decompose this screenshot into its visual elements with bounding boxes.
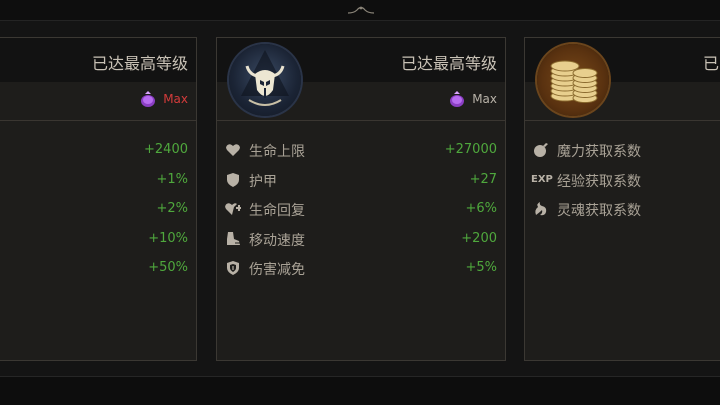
divider — [0, 120, 196, 121]
level-indicator: Max — [448, 90, 497, 108]
stat-label: 伤害减免 — [249, 262, 305, 278]
stat-row-soul-gain: 灵魂获取系数 — [525, 198, 720, 220]
purple-gem-icon — [450, 91, 465, 107]
gold-coins-icon — [550, 60, 598, 103]
stat-row: +50% — [0, 257, 196, 279]
bottom-bar — [0, 376, 720, 405]
stat-label: 护甲 — [249, 174, 277, 190]
stat-row-max-health: 生命上限 +27000 — [217, 139, 505, 161]
stat-value: +200 — [461, 231, 497, 246]
upgrade-card-resources[interactable]: 已 魔力获取系数 EXP 经验获取系数 灵魂获取系数 — [524, 37, 720, 361]
max-level-title: 已 — [703, 54, 720, 73]
soul-icon — [535, 202, 547, 216]
stat-value: +1% — [156, 172, 188, 187]
shield-icon — [227, 173, 239, 187]
stat-row-armor: 护甲 +27 — [217, 169, 505, 191]
stat-value: +6% — [465, 201, 497, 216]
stat-value: +50% — [148, 260, 188, 275]
stat-value: +27000 — [444, 142, 497, 157]
divider — [525, 120, 720, 121]
stat-row-damage-reduction: 伤害减免 +5% — [217, 257, 505, 279]
stat-label: 魔力获取系数 — [557, 144, 641, 160]
stat-row: +2% — [0, 198, 196, 220]
stat-value: +27 — [469, 172, 497, 187]
stat-label: 生命上限 — [249, 144, 305, 160]
level-text: Max — [472, 92, 497, 106]
purple-gem-icon — [141, 91, 156, 107]
stat-label: 灵魂获取系数 — [557, 203, 641, 219]
divider — [217, 120, 505, 121]
level-indicator: Max — [139, 90, 188, 108]
stat-value: +5% — [465, 260, 497, 275]
upgrade-card-health[interactable]: 已达最高等级 Max 生命上限 +27000 护甲 +27 生命回复 +6% 移… — [216, 37, 506, 361]
stat-row-exp-gain: EXP 经验获取系数 — [525, 169, 720, 191]
heart-regen-icon — [225, 203, 241, 215]
heart-icon — [226, 144, 240, 156]
emblem — [229, 44, 301, 116]
stat-value: +2400 — [144, 142, 188, 157]
stat-value: +10% — [148, 231, 188, 246]
stat-value: +2% — [156, 201, 188, 216]
stat-row: +10% — [0, 228, 196, 250]
horned-helmet-icon — [241, 50, 289, 106]
stat-row: +1% — [0, 169, 196, 191]
stat-row-health-regen: 生命回复 +6% — [217, 198, 505, 220]
ornament-icon — [347, 6, 375, 14]
max-level-title: 已达最高等级 — [400, 54, 497, 73]
stat-label: 经验获取系数 — [557, 174, 641, 190]
boot-icon — [227, 232, 240, 245]
max-level-title: 已达最高等级 — [91, 54, 188, 73]
exp-icon: EXP — [531, 174, 553, 185]
stat-row: +2400 — [0, 139, 196, 161]
stat-label: 生命回复 — [249, 203, 305, 219]
level-text: Max — [163, 92, 188, 106]
stat-row-move-speed: 移动速度 +200 — [217, 228, 505, 250]
stat-row-mana-gain: 魔力获取系数 — [525, 139, 720, 161]
upgrade-card-left[interactable]: 已达最高等级 Max +2400 +1% +2% +10% +50% — [0, 37, 197, 361]
top-bar — [0, 0, 720, 21]
shield-crest-icon — [227, 261, 239, 275]
emblem — [537, 44, 609, 116]
stat-label: 移动速度 — [249, 233, 305, 249]
mana-orb-icon — [534, 143, 548, 157]
